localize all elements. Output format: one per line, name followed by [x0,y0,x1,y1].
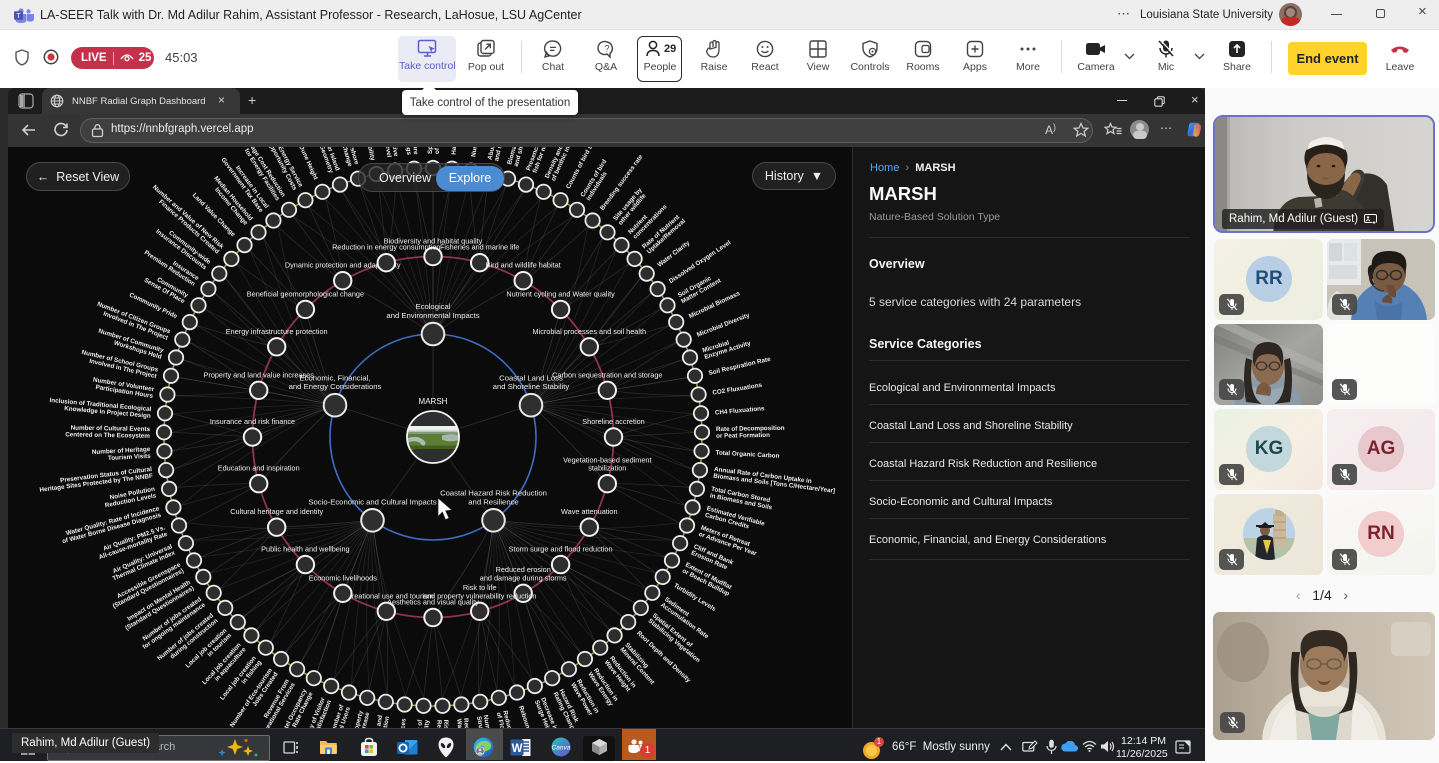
svg-text:Assessment ofVisual Quality: Assessment ofVisual Quality [415,719,430,728]
svg-text:Canva: Canva [552,745,571,752]
svg-text:?: ? [604,44,609,54]
svg-text:Risk to LifeReduction Rate: Risk to LifeReduction Rate [435,720,450,728]
svg-text:Economic, Financial,and Energy: Economic, Financial,and Energy Considera… [289,373,382,391]
svg-text:Number of Cultural EventsCente: Number of Cultural EventsCentered on The… [65,425,150,440]
svg-text:Wave attenuation: Wave attenuation [561,507,618,516]
svg-text:MARSH: MARSH [419,397,448,406]
svg-text:Coastal Land Lossand Shoreline: Coastal Land Lossand Shoreline Stability [493,373,570,391]
svg-text:Public health and wellbeing: Public health and wellbeing [261,545,349,554]
svg-text:Nutrient cycling and Water qua: Nutrient cycling and Water quality [506,289,615,298]
svg-text:Property and land value increa: Property and land value increases [204,370,315,379]
svg-text:Microbial processes and soil h: Microbial processes and soil health [533,327,647,336]
svg-text:29: 29 [664,43,676,55]
svg-text:Fisheries and marine life: Fisheries and marine life [440,243,520,252]
svg-text:Bird and wildlife habitat: Bird and wildlife habitat [486,261,561,270]
svg-text:Insurance and risk finance: Insurance and risk finance [210,417,295,426]
svg-text:Energy infrastructure protecti: Energy infrastructure protection [226,327,328,336]
svg-text:T: T [16,13,21,20]
svg-text:Recreational use and tourism: Recreational use and tourism [339,591,434,600]
svg-text:Reduction in energy consumptio: Reduction in energy consumption [332,243,440,252]
svg-text:Beneficial geomorphological ch: Beneficial geomorphological change [247,289,364,298]
svg-text:Carbon sequestration and stora: Carbon sequestration and storage [552,370,662,379]
svg-text:Socio-Economic and Cultural Im: Socio-Economic and Cultural Impacts [308,497,436,506]
svg-text:Education and inspiration: Education and inspiration [218,464,300,473]
svg-text:Cultural heritage and identity: Cultural heritage and identity [230,507,323,516]
svg-text:Shoreline accretion: Shoreline accretion [582,417,644,426]
svg-text:Spatial Extentof Habitat: Spatial Extentof Habitat [427,147,441,154]
svg-text:Economic livelihoods: Economic livelihoods [309,573,377,582]
svg-text:W: W [512,743,523,755]
svg-text:Storm surge and flood reductio: Storm surge and flood reduction [509,545,613,554]
